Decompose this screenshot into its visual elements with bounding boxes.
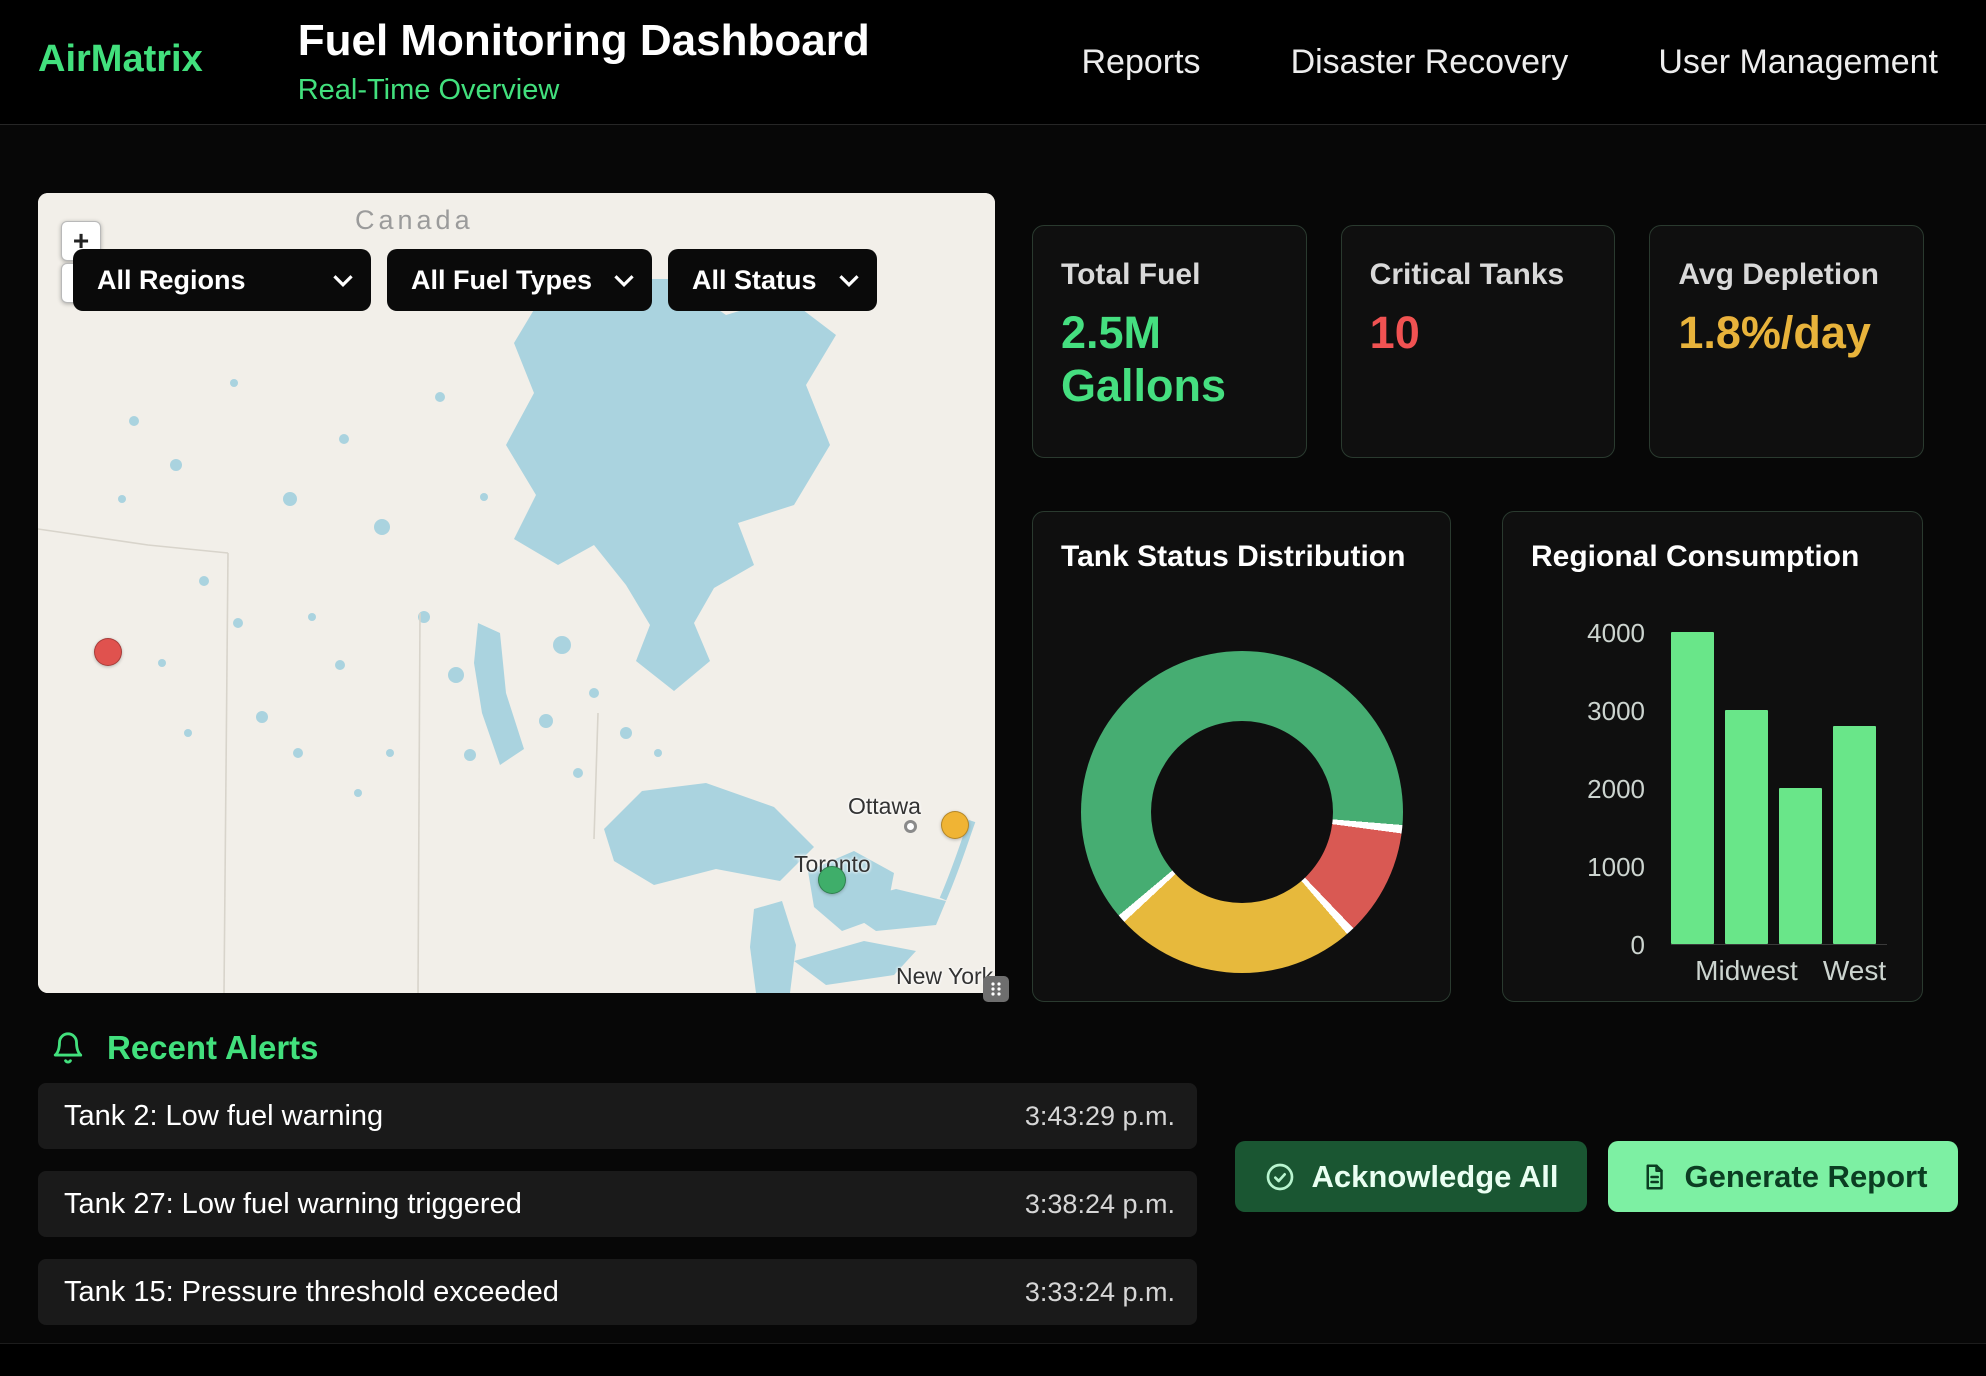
- stat-value: 10: [1370, 306, 1587, 359]
- map-marker-critical[interactable]: [94, 638, 122, 666]
- page-title: Fuel Monitoring Dashboard: [298, 16, 870, 66]
- status-filter-dropdown[interactable]: All Status: [668, 249, 877, 311]
- regional-consumption-chart-card: Regional Consumption 0 1000 2000 3000 4000 M…: [1502, 511, 1923, 1002]
- map-marker-normal[interactable]: [818, 866, 846, 894]
- page-subtitle: Real-Time Overview: [298, 74, 870, 107]
- drag-dots-icon: [988, 981, 1004, 997]
- bar-plot: MidwestWest: [1671, 633, 1887, 945]
- stat-value: 1.8%/day: [1678, 306, 1895, 359]
- map-filters: All Regions All Fuel Types All Status: [73, 249, 877, 311]
- x-tick-label: Midwest: [1695, 955, 1798, 987]
- acknowledge-all-button[interactable]: Acknowledge All: [1235, 1141, 1587, 1212]
- bar-0: [1671, 632, 1714, 944]
- bar-chart: 01000200030004000 MidwestWest: [1531, 633, 1887, 945]
- check-circle-icon: [1264, 1161, 1296, 1193]
- recent-alerts-title: Recent Alerts: [107, 1029, 319, 1067]
- fuel-type-filter-dropdown[interactable]: All Fuel Types: [387, 249, 652, 311]
- nav-disaster-recovery[interactable]: Disaster Recovery: [1291, 43, 1569, 82]
- alert-row[interactable]: Tank 2: Low fuel warning 3:43:29 p.m.: [38, 1083, 1197, 1149]
- stat-card-total-fuel: Total Fuel 2.5M Gallons: [1032, 225, 1307, 458]
- region-filter-value: All Regions: [97, 265, 246, 296]
- alert-message: Tank 27: Low fuel warning triggered: [64, 1188, 522, 1221]
- acknowledge-all-label: Acknowledge All: [1312, 1159, 1559, 1195]
- map-label-canada: Canada: [355, 205, 474, 236]
- y-tick-label: 4000: [1545, 618, 1645, 648]
- x-tick-label: West: [1823, 955, 1886, 987]
- alert-message: Tank 15: Pressure threshold exceeded: [64, 1276, 559, 1309]
- header: AirMatrix Fuel Monitoring Dashboard Real…: [0, 0, 1986, 125]
- main-nav: Reports Disaster Recovery User Managemen…: [1082, 0, 1939, 124]
- brand-logo[interactable]: AirMatrix: [38, 38, 203, 124]
- map-marker-warning[interactable]: [941, 811, 969, 839]
- footer-bar: [0, 1343, 1986, 1376]
- donut-hole: [1151, 721, 1333, 903]
- donut-chart: [1081, 651, 1403, 973]
- alert-message: Tank 2: Low fuel warning: [64, 1100, 383, 1133]
- recent-alerts-heading: Recent Alerts: [51, 1028, 319, 1068]
- stat-card-avg-depletion: Avg Depletion 1.8%/day: [1649, 225, 1924, 458]
- fuel-type-filter-value: All Fuel Types: [411, 265, 592, 296]
- map-attribution-toggle[interactable]: [983, 976, 1009, 1002]
- chart-title: Tank Status Distribution: [1061, 540, 1405, 574]
- y-tick-label: 0: [1545, 930, 1645, 960]
- bell-icon: [51, 1031, 85, 1065]
- status-filter-value: All Status: [692, 265, 817, 296]
- y-tick-label: 1000: [1545, 852, 1645, 882]
- alert-timestamp: 3:38:24 p.m.: [1025, 1189, 1175, 1220]
- app-root: AirMatrix Fuel Monitoring Dashboard Real…: [0, 0, 1986, 1376]
- alert-row[interactable]: Tank 27: Low fuel warning triggered 3:38…: [38, 1171, 1197, 1237]
- bar-2: [1779, 788, 1822, 944]
- bar-y-axis: 01000200030004000: [1531, 633, 1671, 945]
- generate-report-button[interactable]: Generate Report: [1608, 1141, 1958, 1212]
- y-tick-label: 2000: [1545, 774, 1645, 804]
- alert-row[interactable]: Tank 15: Pressure threshold exceeded 3:3…: [38, 1259, 1197, 1325]
- chevron-down-icon: [333, 274, 353, 287]
- stat-label: Avg Depletion: [1678, 258, 1895, 292]
- document-icon: [1639, 1162, 1669, 1192]
- map-label-ottawa: Ottawa: [848, 793, 921, 820]
- map-label-new-york: New York: [896, 963, 993, 990]
- y-tick-label: 3000: [1545, 696, 1645, 726]
- tank-status-chart-card: Tank Status Distribution: [1032, 511, 1451, 1002]
- alert-timestamp: 3:33:24 p.m.: [1025, 1277, 1175, 1308]
- stat-label: Critical Tanks: [1370, 258, 1587, 292]
- charts-row: Tank Status Distribution Regional Consum…: [1032, 511, 1923, 1002]
- nav-reports[interactable]: Reports: [1082, 43, 1201, 82]
- nav-user-management[interactable]: User Management: [1658, 43, 1938, 82]
- bar-1: [1725, 710, 1768, 944]
- chart-title: Regional Consumption: [1531, 540, 1859, 574]
- chevron-down-icon: [839, 274, 859, 287]
- generate-report-label: Generate Report: [1685, 1159, 1928, 1195]
- stat-card-critical-tanks: Critical Tanks 10: [1341, 225, 1616, 458]
- ottawa-city-dot: [904, 820, 917, 833]
- bar-3: [1833, 726, 1876, 944]
- region-filter-dropdown[interactable]: All Regions: [73, 249, 371, 311]
- alert-timestamp: 3:43:29 p.m.: [1025, 1101, 1175, 1132]
- stat-label: Total Fuel: [1061, 258, 1278, 292]
- alert-list: Tank 2: Low fuel warning 3:43:29 p.m. Ta…: [38, 1083, 1197, 1347]
- chevron-down-icon: [614, 274, 634, 287]
- map-panel[interactable]: Canada Ottawa Toronto New York + − All R…: [38, 193, 995, 993]
- stat-value: 2.5M Gallons: [1061, 306, 1278, 412]
- stats-row: Total Fuel 2.5M Gallons Critical Tanks 1…: [1032, 225, 1924, 458]
- title-block: Fuel Monitoring Dashboard Real-Time Over…: [298, 16, 870, 124]
